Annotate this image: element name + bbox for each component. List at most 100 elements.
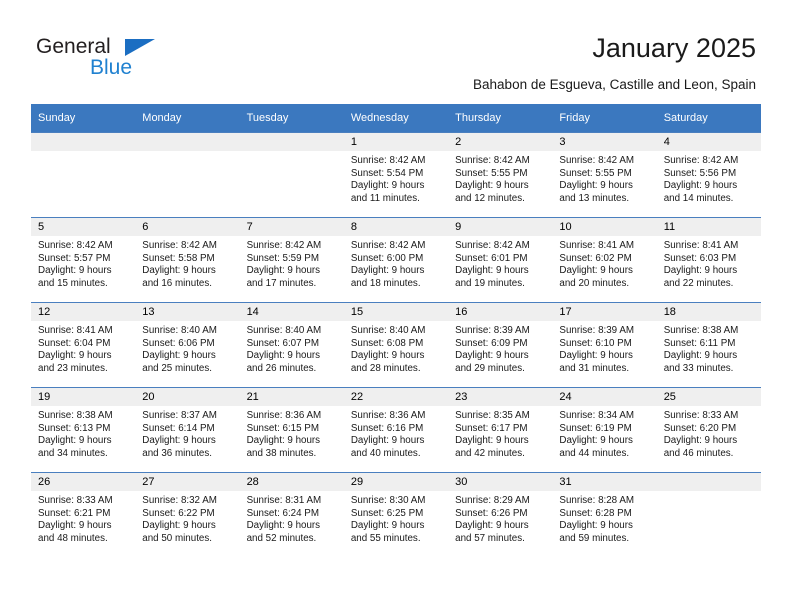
day-cell-inner[interactable]: 17 Sunrise: 8:39 AM Sunset: 6:10 PM Dayl… (552, 303, 657, 387)
day-details: Sunrise: 8:42 AM Sunset: 6:00 PM Dayligh… (344, 236, 448, 290)
sunset-text: Sunset: 6:24 PM (246, 507, 319, 519)
sunset-text: Sunset: 6:17 PM (455, 422, 528, 434)
daylight-text-line2: and 36 minutes. (142, 447, 212, 459)
daylight-text-line1: Daylight: 9 hours (663, 350, 738, 362)
day-cell-inner[interactable]: 4 Sunrise: 8:42 AM Sunset: 5:56 PM Dayli… (656, 133, 761, 217)
day-number (656, 473, 761, 491)
day-cell-inner[interactable]: 15 Sunrise: 8:40 AM Sunset: 6:08 PM Dayl… (343, 303, 449, 387)
day-cell-inner[interactable]: 31 Sunrise: 8:28 AM Sunset: 6:28 PM Dayl… (552, 473, 657, 557)
day-cell: 29 Sunrise: 8:30 AM Sunset: 6:25 PM Dayl… (343, 472, 449, 557)
day-cell: 12 Sunrise: 8:41 AM Sunset: 6:04 PM Dayl… (31, 302, 136, 388)
daylight-text-line2: and 13 minutes. (559, 192, 630, 204)
daylight-text-line1: Daylight: 9 hours (455, 180, 529, 192)
day-cell: 9 Sunrise: 8:42 AM Sunset: 6:01 PM Dayli… (448, 217, 553, 303)
day-cell-inner[interactable]: 19 Sunrise: 8:38 AM Sunset: 6:13 PM Dayl… (31, 388, 136, 472)
daylight-text-line2: and 18 minutes. (350, 277, 421, 289)
daylight-text-line1: Daylight: 9 hours (559, 520, 633, 532)
sunset-text: Sunset: 6:01 PM (455, 252, 528, 264)
day-cell-inner[interactable]: 11 Sunrise: 8:41 AM Sunset: 6:03 PM Dayl… (656, 218, 761, 302)
day-cell-inner[interactable]: 21 Sunrise: 8:36 AM Sunset: 6:15 PM Dayl… (239, 388, 344, 472)
sunset-text: Sunset: 6:28 PM (559, 507, 632, 519)
day-cell (31, 132, 136, 218)
day-number: 12 (31, 303, 136, 321)
sunset-text: Sunset: 6:13 PM (38, 422, 111, 434)
sunset-text: Sunset: 6:25 PM (350, 507, 424, 519)
day-number: 16 (448, 303, 553, 321)
day-cell-inner[interactable]: 27 Sunrise: 8:32 AM Sunset: 6:22 PM Dayl… (135, 473, 240, 557)
daylight-text-line1: Daylight: 9 hours (38, 265, 112, 277)
day-details: Sunrise: 8:40 AM Sunset: 6:07 PM Dayligh… (240, 321, 344, 375)
day-cell-inner[interactable]: 5 Sunrise: 8:42 AM Sunset: 5:57 PM Dayli… (31, 218, 136, 302)
day-cell-inner[interactable]: 13 Sunrise: 8:40 AM Sunset: 6:06 PM Dayl… (135, 303, 240, 387)
day-cell-inner[interactable]: 26 Sunrise: 8:33 AM Sunset: 6:21 PM Dayl… (31, 473, 136, 557)
sunrise-text: Sunrise: 8:36 AM (246, 410, 322, 421)
daylight-text-line1: Daylight: 9 hours (350, 520, 425, 532)
day-number: 9 (448, 218, 553, 236)
day-cell-inner[interactable]: 10 Sunrise: 8:41 AM Sunset: 6:02 PM Dayl… (552, 218, 657, 302)
day-cell-inner[interactable]: 8 Sunrise: 8:42 AM Sunset: 6:00 PM Dayli… (343, 218, 449, 302)
daylight-text-line1: Daylight: 9 hours (350, 180, 425, 192)
day-number: 15 (343, 303, 449, 321)
day-number: 27 (135, 473, 240, 491)
day-cell-inner[interactable]: 25 Sunrise: 8:33 AM Sunset: 6:20 PM Dayl… (656, 388, 761, 472)
day-cell: 6 Sunrise: 8:42 AM Sunset: 5:58 PM Dayli… (135, 217, 240, 303)
sunrise-text: Sunrise: 8:42 AM (142, 240, 217, 251)
day-details: Sunrise: 8:41 AM Sunset: 6:03 PM Dayligh… (657, 236, 761, 290)
day-cell-inner[interactable]: 24 Sunrise: 8:34 AM Sunset: 6:19 PM Dayl… (552, 388, 657, 472)
daylight-text-line2: and 16 minutes. (142, 277, 212, 289)
sunset-text: Sunset: 6:09 PM (455, 337, 528, 349)
day-cell: 5 Sunrise: 8:42 AM Sunset: 5:57 PM Dayli… (31, 217, 136, 303)
daylight-text-line2: and 25 minutes. (142, 362, 212, 374)
day-number: 13 (135, 303, 240, 321)
day-cell-inner[interactable]: 2 Sunrise: 8:42 AM Sunset: 5:55 PM Dayli… (448, 133, 553, 217)
day-cell-inner[interactable]: 18 Sunrise: 8:38 AM Sunset: 6:11 PM Dayl… (656, 303, 761, 387)
day-cell-inner[interactable]: 28 Sunrise: 8:31 AM Sunset: 6:24 PM Dayl… (239, 473, 344, 557)
calendar-grid: Sunday Monday Tuesday Wednesday Thursday… (31, 104, 761, 557)
day-number: 11 (656, 218, 761, 236)
daylight-text-line2: and 20 minutes. (559, 277, 630, 289)
sunset-text: Sunset: 6:06 PM (142, 337, 215, 349)
day-cell-inner[interactable]: 1 Sunrise: 8:42 AM Sunset: 5:54 PM Dayli… (343, 133, 449, 217)
daylight-text-line2: and 15 minutes. (38, 277, 108, 289)
sunrise-text: Sunrise: 8:41 AM (559, 240, 635, 251)
day-cell-inner[interactable]: 9 Sunrise: 8:42 AM Sunset: 6:01 PM Dayli… (448, 218, 553, 302)
sunrise-text: Sunrise: 8:29 AM (455, 495, 530, 506)
sunrise-text: Sunrise: 8:40 AM (246, 325, 322, 336)
day-details: Sunrise: 8:32 AM Sunset: 6:22 PM Dayligh… (135, 491, 239, 545)
day-cell-inner[interactable]: 3 Sunrise: 8:42 AM Sunset: 5:55 PM Dayli… (552, 133, 657, 217)
day-details: Sunrise: 8:42 AM Sunset: 5:57 PM Dayligh… (31, 236, 135, 290)
day-number: 3 (552, 133, 657, 151)
sunset-text: Sunset: 5:56 PM (663, 167, 737, 179)
daylight-text-line2: and 52 minutes. (246, 532, 317, 544)
day-cell-inner[interactable]: 16 Sunrise: 8:39 AM Sunset: 6:09 PM Dayl… (448, 303, 553, 387)
day-number: 1 (343, 133, 449, 151)
sunrise-text: Sunrise: 8:32 AM (142, 495, 217, 506)
day-cell-inner[interactable]: 7 Sunrise: 8:42 AM Sunset: 5:59 PM Dayli… (239, 218, 344, 302)
day-cell-inner[interactable]: 6 Sunrise: 8:42 AM Sunset: 5:58 PM Dayli… (135, 218, 240, 302)
daylight-text-line2: and 40 minutes. (350, 447, 421, 459)
day-number (239, 133, 344, 151)
sunset-text: Sunset: 5:57 PM (38, 252, 111, 264)
day-cell-inner[interactable]: 20 Sunrise: 8:37 AM Sunset: 6:14 PM Dayl… (135, 388, 240, 472)
day-cell-inner[interactable]: 23 Sunrise: 8:35 AM Sunset: 6:17 PM Dayl… (448, 388, 553, 472)
sunrise-text: Sunrise: 8:28 AM (559, 495, 635, 506)
daylight-text-line2: and 23 minutes. (38, 362, 108, 374)
day-cell-inner[interactable]: 30 Sunrise: 8:29 AM Sunset: 6:26 PM Dayl… (448, 473, 553, 557)
day-cell-inner[interactable]: 14 Sunrise: 8:40 AM Sunset: 6:07 PM Dayl… (239, 303, 344, 387)
day-cell-inner[interactable]: 29 Sunrise: 8:30 AM Sunset: 6:25 PM Dayl… (343, 473, 449, 557)
daylight-text-line1: Daylight: 9 hours (350, 265, 425, 277)
daylight-text-line2: and 22 minutes. (663, 277, 734, 289)
sunrise-text: Sunrise: 8:35 AM (455, 410, 530, 421)
generalblue-logo[interactable]: General Blue (36, 36, 206, 84)
daylight-text-line2: and 44 minutes. (559, 447, 630, 459)
sunrise-text: Sunrise: 8:39 AM (559, 325, 635, 336)
day-number: 28 (239, 473, 344, 491)
sunrise-text: Sunrise: 8:39 AM (455, 325, 530, 336)
day-cell: 10 Sunrise: 8:41 AM Sunset: 6:02 PM Dayl… (552, 217, 657, 303)
day-details: Sunrise: 8:41 AM Sunset: 6:04 PM Dayligh… (31, 321, 135, 375)
day-cell-inner[interactable]: 12 Sunrise: 8:41 AM Sunset: 6:04 PM Dayl… (31, 303, 136, 387)
sunset-text: Sunset: 5:58 PM (142, 252, 215, 264)
day-number: 23 (448, 388, 553, 406)
day-cell: 16 Sunrise: 8:39 AM Sunset: 6:09 PM Dayl… (448, 302, 553, 388)
day-cell-inner[interactable]: 22 Sunrise: 8:36 AM Sunset: 6:16 PM Dayl… (343, 388, 449, 472)
